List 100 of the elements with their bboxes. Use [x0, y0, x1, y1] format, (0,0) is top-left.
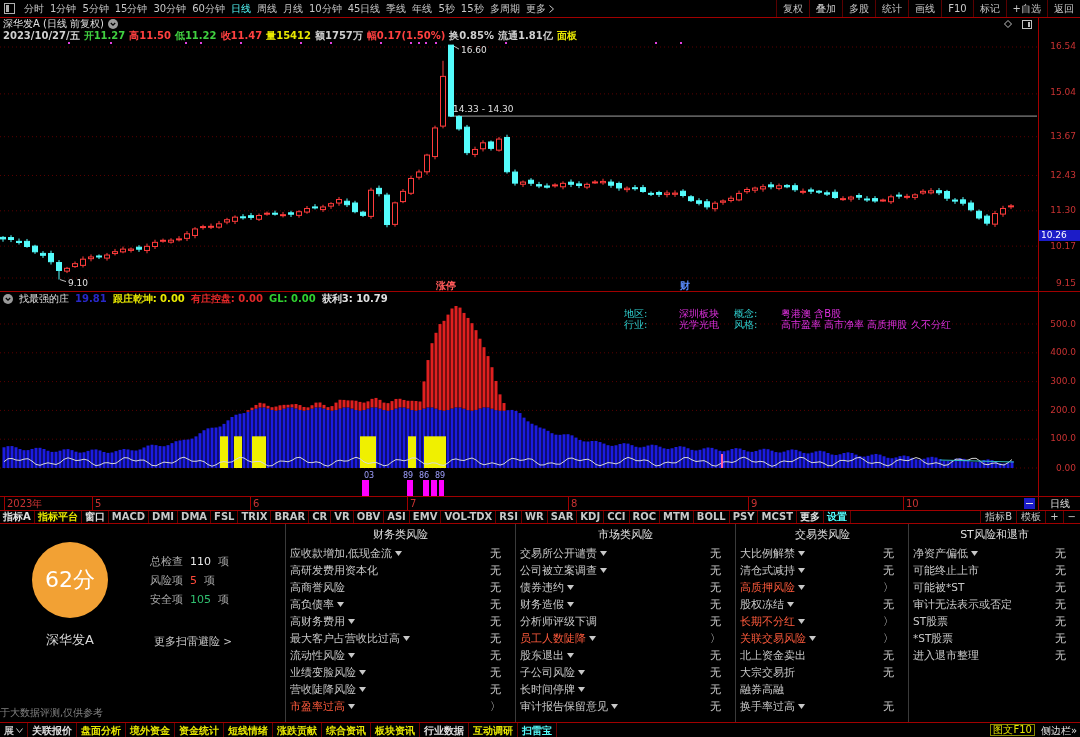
risk-item[interactable]: *ST股票 — [913, 631, 954, 646]
risk-item[interactable]: 交易所公开谴责 — [520, 546, 597, 561]
f10-button[interactable]: 图文F10 — [990, 724, 1035, 736]
period-tab[interactable]: 季线 — [383, 0, 410, 17]
caret-icon[interactable] — [578, 687, 585, 692]
indicator-tab[interactable]: MCST — [758, 511, 797, 523]
risk-item[interactable]: 业绩变脸风险 — [290, 665, 356, 680]
indicator-tab[interactable]: 窗口 — [81, 511, 109, 523]
risk-item[interactable]: 长时间停牌 — [520, 682, 575, 697]
toolbar-button[interactable]: F10 — [941, 0, 973, 17]
risk-item[interactable]: 市盈率过高 — [290, 699, 345, 714]
risk-item[interactable]: 员工人数陡降 — [520, 631, 586, 646]
caret-icon[interactable] — [611, 704, 618, 709]
diamond-icon[interactable] — [1004, 20, 1012, 28]
period-tab[interactable]: 多周期 — [486, 0, 523, 17]
risk-item[interactable]: 最大客户占营收比过高 — [290, 631, 400, 646]
indicator-tab[interactable]: RSI — [496, 511, 522, 523]
period-tab[interactable]: 10分钟 — [305, 0, 345, 17]
risk-item[interactable]: 分析师评级下调 — [520, 614, 597, 629]
period-tab[interactable]: 15秒 — [457, 0, 487, 17]
risk-item[interactable]: 股东退出 — [520, 648, 564, 663]
status-tab[interactable]: 盘面分析 — [77, 723, 126, 737]
sidebar-button[interactable]: 侧边栏» — [1037, 723, 1080, 737]
caret-icon[interactable] — [359, 687, 366, 692]
indicator-tab[interactable]: VOL-TDX — [441, 511, 497, 523]
indicator-tab[interactable]: MTM — [660, 511, 694, 523]
caret-icon[interactable] — [971, 551, 978, 556]
period-tab[interactable]: 1分钟 — [47, 0, 80, 17]
period-button[interactable]: 日线 — [1038, 497, 1080, 510]
risk-item[interactable]: ST股票 — [913, 614, 949, 629]
indicator-tab[interactable]: FSL — [211, 511, 239, 523]
indicator-tool-button[interactable]: + — [1045, 511, 1063, 523]
toolbar-button[interactable]: 多股 — [842, 0, 876, 17]
toolbar-button[interactable]: 叠加 — [809, 0, 843, 17]
risk-item[interactable]: 可能被*ST — [913, 580, 965, 595]
toolbar-button[interactable]: 返回 — [1047, 0, 1080, 17]
caret-icon[interactable] — [787, 602, 794, 607]
risk-item[interactable]: 高负债率 — [290, 597, 334, 612]
period-tab[interactable]: 30分钟 — [150, 0, 190, 17]
risk-item[interactable]: 公司被立案调查 — [520, 563, 597, 578]
indicator-tool-button[interactable]: − — [1062, 511, 1080, 523]
toolbar-button[interactable]: 标记 — [972, 0, 1006, 17]
risk-item[interactable]: 子公司风险 — [520, 665, 575, 680]
risk-item[interactable]: 长期不分红 — [740, 614, 795, 629]
risk-item[interactable]: 审计报告保留意见 — [520, 699, 608, 714]
period-tab[interactable]: 月线 — [279, 0, 306, 17]
indicator-tab[interactable]: 指标A — [0, 511, 35, 523]
panel-icon[interactable] — [4, 3, 15, 14]
risk-item[interactable]: 高研发费用资本化 — [290, 563, 378, 578]
indicator-tab[interactable]: MACD — [108, 511, 150, 523]
caret-icon[interactable] — [337, 602, 344, 607]
indicator-tab[interactable]: 指标平台 — [34, 511, 82, 523]
event-tag[interactable]: 涨停 — [436, 280, 456, 291]
caret-icon[interactable] — [348, 653, 355, 658]
risk-item[interactable]: 大比例解禁 — [740, 546, 795, 561]
indicator-tab[interactable]: WR — [521, 511, 548, 523]
indicator-tab[interactable]: ASI — [384, 511, 410, 523]
event-tag[interactable]: 财 — [680, 280, 690, 291]
risk-item[interactable]: 高财务费用 — [290, 614, 345, 629]
caret-icon[interactable] — [798, 619, 805, 624]
chevron-circle-icon[interactable] — [108, 19, 118, 29]
expand-button[interactable]: 展 — [0, 723, 28, 737]
risk-item[interactable]: 大宗交易折 — [740, 665, 795, 680]
caret-icon[interactable] — [798, 704, 805, 709]
risk-item[interactable]: 债券违约 — [520, 580, 564, 595]
risk-item[interactable]: 关联交易风险 — [740, 631, 806, 646]
caret-icon[interactable] — [348, 704, 355, 709]
status-tab[interactable]: 涨跌贡献 — [273, 723, 322, 737]
indicator-tab[interactable]: DMI — [149, 511, 179, 523]
risk-item[interactable]: 清仓式减持 — [740, 563, 795, 578]
risk-item[interactable]: 高商誉风险 — [290, 580, 345, 595]
more-button[interactable]: 更多 — [522, 0, 557, 17]
more-scan-link[interactable]: 更多扫雷避险 > — [154, 635, 233, 649]
period-tab[interactable]: 5分钟 — [79, 0, 112, 17]
period-tab[interactable]: 45日线 — [344, 0, 384, 17]
period-tab[interactable]: 年线 — [409, 0, 436, 17]
risk-item[interactable]: 审计无法表示或否定 — [913, 597, 1012, 612]
caret-icon[interactable] — [798, 585, 805, 590]
risk-item[interactable]: 北上资金卖出 — [740, 648, 806, 663]
period-tab[interactable]: 周线 — [253, 0, 280, 17]
caret-icon[interactable] — [809, 636, 816, 641]
indicator-tab[interactable]: BOLL — [693, 511, 730, 523]
caret-icon[interactable] — [359, 670, 366, 675]
status-tab[interactable]: 境外资金 — [126, 723, 175, 737]
status-tab[interactable]: 板块资讯 — [371, 723, 420, 737]
risk-item[interactable]: 财务造假 — [520, 597, 564, 612]
caret-icon[interactable] — [567, 653, 574, 658]
minus-icon[interactable] — [1024, 498, 1035, 509]
caret-icon[interactable] — [348, 619, 355, 624]
caret-icon[interactable] — [578, 670, 585, 675]
indicator-tab[interactable]: 更多 — [796, 511, 824, 523]
period-tab[interactable]: 60分钟 — [189, 0, 228, 17]
status-tab[interactable]: 关联报价 — [28, 723, 77, 737]
period-tab[interactable]: 日线 — [227, 0, 254, 17]
caret-icon[interactable] — [798, 551, 805, 556]
indicator-tab[interactable]: 设置 — [823, 511, 851, 523]
risk-item[interactable]: 高质押风险 — [740, 580, 795, 595]
indicator-tab[interactable]: TRIX — [238, 511, 272, 523]
indicator-tab[interactable]: CCI — [604, 511, 630, 523]
caret-icon[interactable] — [600, 568, 607, 573]
